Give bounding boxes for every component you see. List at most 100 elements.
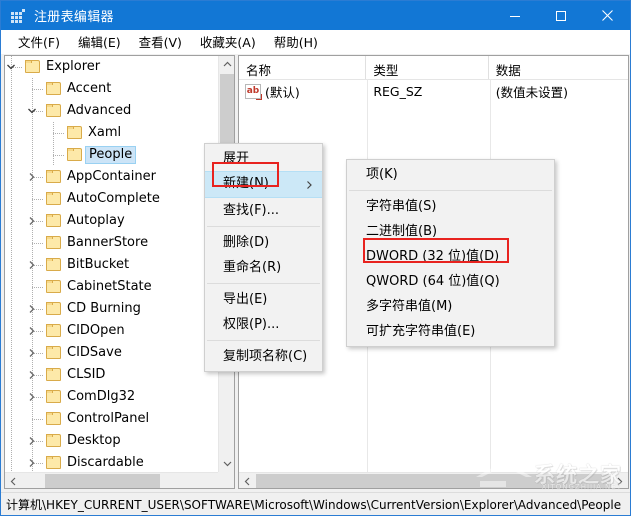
submenu-key[interactable]: 项(K): [347, 162, 554, 187]
tree-item-label: ControlPanel: [67, 410, 149, 428]
column-header-data[interactable]: 数据: [489, 56, 628, 79]
chevron-right-icon[interactable]: [25, 346, 39, 360]
context-menu[interactable]: 展开新建(N) 查找(F)... 删除(D) 重命名(R) 导出(E)权限(P)... 复…: [204, 143, 323, 372]
ctx-copy-key-name[interactable]: 复制项名称(C): [205, 344, 322, 369]
scroll-down-icon[interactable]: [219, 455, 235, 472]
tree-item-cd-burning[interactable]: CD Burning: [5, 298, 219, 320]
chevron-right-icon[interactable]: [25, 170, 39, 184]
menu-item-label: 可扩充字符串值(E): [366, 324, 475, 339]
tree-item-bitbucket[interactable]: BitBucket: [5, 254, 219, 276]
value-type-cell: REG_SZ: [366, 84, 488, 99]
folder-icon: [46, 324, 62, 338]
menu-separator: [207, 283, 320, 284]
tree-item-clsid[interactable]: CLSID: [5, 364, 219, 386]
ctx-expand[interactable]: 展开: [205, 146, 322, 171]
ctx-find[interactable]: 查找(F)...: [205, 198, 322, 223]
ctx-permissions[interactable]: 权限(P)...: [205, 312, 322, 337]
tree-item-advanced[interactable]: Advanced: [5, 100, 219, 122]
tree-item-label: Discardable: [67, 454, 144, 472]
chevron-right-icon[interactable]: [25, 368, 39, 382]
column-header-name[interactable]: 名称: [239, 56, 366, 79]
tree-horizontal-scrollbar[interactable]: [5, 472, 234, 488]
chevron-right-icon[interactable]: [25, 214, 39, 228]
values-horizontal-scrollbar[interactable]: [239, 472, 628, 488]
menu-item-label: 多字符串值(M): [366, 299, 452, 314]
chevron-down-icon[interactable]: [25, 104, 39, 118]
table-row[interactable]: ab (默认) REG_SZ (数值未设置): [239, 79, 628, 103]
value-name-text: (默认): [265, 82, 300, 101]
menu-item-label: 删除(D): [223, 235, 269, 250]
chevron-right-icon[interactable]: [25, 390, 39, 404]
submenu-dword32[interactable]: DWORD (32 位)值(D): [347, 244, 554, 269]
column-header-type[interactable]: 类型: [366, 56, 488, 79]
tree-item-label: Accent: [67, 80, 111, 98]
chevron-right-icon[interactable]: [25, 456, 39, 470]
chevron-down-icon[interactable]: [5, 60, 18, 74]
menu-view[interactable]: 查看(V): [130, 30, 191, 54]
ctx-export[interactable]: 导出(E): [205, 287, 322, 312]
folder-icon: [46, 456, 62, 470]
submenu-string[interactable]: 字符串值(S): [347, 194, 554, 219]
tree-item-comdlg32[interactable]: ComDlg32: [5, 386, 219, 408]
ctx-rename[interactable]: 重命名(R): [205, 255, 322, 280]
tree-hscroll-thumb[interactable]: [45, 474, 160, 488]
folder-icon: [46, 170, 62, 184]
tree-item-label: AppContainer: [67, 168, 156, 186]
ab-string-icon: ab: [245, 84, 261, 99]
menu-item-label: DWORD (32 位)值(D): [366, 249, 499, 264]
chevron-right-icon[interactable]: [25, 324, 39, 338]
folder-icon: [46, 236, 62, 250]
scroll-left-icon[interactable]: [5, 473, 22, 489]
menu-file[interactable]: 文件(F): [9, 30, 69, 54]
tree-item-discardable[interactable]: Discardable: [5, 452, 219, 474]
chevron-right-icon[interactable]: [25, 302, 39, 316]
tree-item-autocomplete[interactable]: AutoComplete: [5, 188, 219, 210]
scroll-left-icon[interactable]: [239, 473, 256, 489]
chevron-right-icon[interactable]: [25, 434, 39, 448]
menu-item-label: 新建(N): [223, 176, 269, 191]
menu-edit[interactable]: 编辑(E): [69, 30, 130, 54]
tree-item-label: BitBucket: [67, 256, 129, 274]
submenu-qword64[interactable]: QWORD (64 位)值(Q): [347, 269, 554, 294]
tree-item-accent[interactable]: Accent: [5, 78, 219, 100]
chevron-right-icon[interactable]: [25, 258, 39, 272]
scroll-right-icon[interactable]: [611, 473, 628, 489]
menu-item-label: 字符串值(S): [366, 199, 436, 214]
registry-tree[interactable]: Explorer Accent Advanced Xaml People AppConta…: [5, 56, 219, 474]
tree-item-appcontainer[interactable]: AppContainer: [5, 166, 219, 188]
scroll-up-icon[interactable]: [219, 56, 235, 73]
submenu-multi-string[interactable]: 多字符串值(M): [347, 294, 554, 319]
folder-icon: [46, 104, 62, 118]
folder-icon: [46, 368, 62, 382]
folder-icon: [46, 346, 62, 360]
tree-item-desktop[interactable]: Desktop: [5, 430, 219, 452]
tree-item-xaml[interactable]: Xaml: [5, 122, 219, 144]
tree-item-label: People: [85, 146, 136, 164]
close-button[interactable]: [584, 1, 630, 30]
tree-item-label: CLSID: [67, 366, 105, 384]
tree-item-label: CD Burning: [67, 300, 141, 318]
new-submenu[interactable]: 项(K) 字符串值(S) 二进制值(B) DWORD (32 位)值(D) QWORD …: [346, 159, 555, 347]
folder-icon: [46, 390, 62, 404]
submenu-binary[interactable]: 二进制值(B): [347, 219, 554, 244]
ctx-new[interactable]: 新建(N): [205, 171, 322, 198]
minimize-button[interactable]: [492, 1, 538, 30]
tree-item-label: Advanced: [67, 102, 131, 120]
tree-item-cabinetstate[interactable]: CabinetState: [5, 276, 219, 298]
tree-item-cidopen[interactable]: CIDOpen: [5, 320, 219, 342]
ctx-delete[interactable]: 删除(D): [205, 230, 322, 255]
submenu-expandable[interactable]: 可扩充字符串值(E): [347, 319, 554, 344]
menu-help[interactable]: 帮助(H): [265, 30, 327, 54]
maximize-button[interactable]: [538, 1, 584, 30]
menu-item-label: 查找(F)...: [223, 203, 279, 218]
tree-item-explorer[interactable]: Explorer: [5, 56, 219, 78]
tree-item-cidsave[interactable]: CIDSave: [5, 342, 219, 364]
values-hscroll-thumb[interactable]: [256, 474, 611, 488]
status-bar: 计算机\HKEY_CURRENT_USER\SOFTWARE\Microsoft…: [1, 492, 630, 515]
tree-item-autoplay[interactable]: Autoplay: [5, 210, 219, 232]
menu-item-label: 复制项名称(C): [223, 349, 307, 364]
tree-item-controlpanel[interactable]: ControlPanel: [5, 408, 219, 430]
menu-favorites[interactable]: 收藏夹(A): [191, 30, 265, 54]
tree-item-people[interactable]: People: [5, 144, 219, 166]
tree-item-bannerstore[interactable]: BannerStore: [5, 232, 219, 254]
